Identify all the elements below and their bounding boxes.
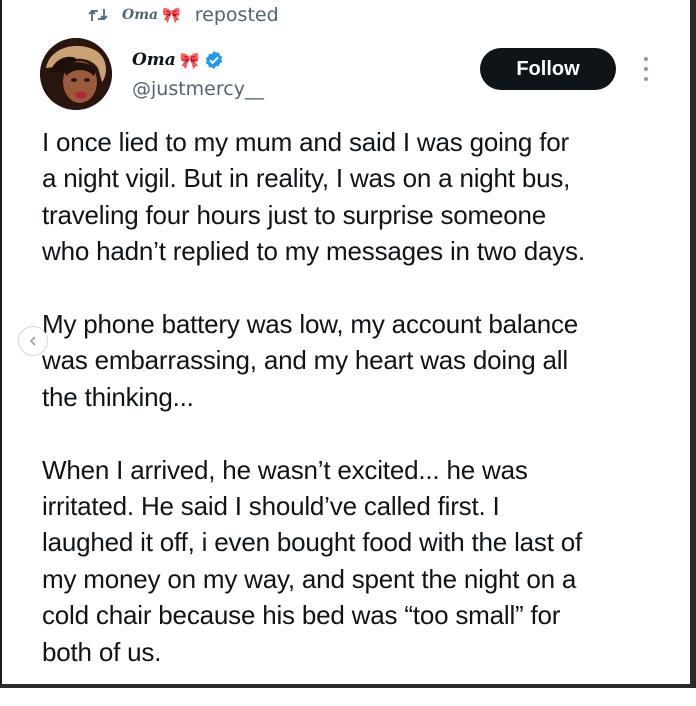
tweet-line: cold chair because his bed was “too smal… xyxy=(42,600,561,631)
tweet-line: both of us. xyxy=(42,636,162,667)
tweet-text: I once lied to my mum and said I was goi… xyxy=(42,124,682,706)
tweet-line: the thinking... xyxy=(42,381,194,412)
frame-border-right xyxy=(690,0,696,688)
tweet-line: When I arrived, he wasn’t excited... he … xyxy=(42,454,528,485)
tweet-line: laughed it off, i even bought food with … xyxy=(42,527,583,558)
frame-border-left xyxy=(0,0,2,688)
tweet-line: who hadn’t replied to my messages in two… xyxy=(42,236,585,267)
tweet-line: a night vigil. But in reality, I was on … xyxy=(42,163,571,194)
author-name-row[interactable]: Oma 🎀 xyxy=(132,50,224,70)
repost-label: reposted xyxy=(194,4,279,26)
ribbon-emoji: 🎀 xyxy=(162,6,181,24)
chevron-left-icon xyxy=(29,336,36,346)
follow-button[interactable]: Follow xyxy=(480,48,616,90)
avatar[interactable] xyxy=(40,38,112,110)
tweet-line: was embarrassing, and my heart was doing… xyxy=(42,345,568,376)
repost-user[interactable]: Oma 🎀 xyxy=(122,6,181,24)
repost-indicator: Oma 🎀 reposted xyxy=(88,2,279,28)
repost-icon xyxy=(88,9,108,21)
tweet-line: I once lied to my mum and said I was goi… xyxy=(42,127,569,157)
tweet-paragraph: When I arrived, he wasn’t excited... he … xyxy=(42,452,682,670)
carousel-prev-button[interactable] xyxy=(18,326,48,356)
author-handle[interactable]: @justmercy__ xyxy=(132,78,264,100)
tweet-line: traveling four hours just to surprise so… xyxy=(42,199,547,230)
repost-user-name: Oma xyxy=(122,7,159,23)
tweet-line: my money on my way, and spent the night … xyxy=(42,563,577,594)
tweet-paragraph: I once lied to my mum and said I was goi… xyxy=(42,124,682,270)
tweet-line: irritated. He said I should’ve called fi… xyxy=(42,491,500,522)
avatar-image xyxy=(40,38,112,110)
ribbon-emoji: 🎀 xyxy=(179,50,200,70)
tweet-paragraph: My phone battery was low, my account bal… xyxy=(42,306,682,415)
more-vertical-icon[interactable] xyxy=(638,55,654,83)
verified-badge-icon xyxy=(205,51,222,69)
tweet-line: My phone battery was low, my account bal… xyxy=(42,309,579,340)
display-name: Oma xyxy=(132,50,176,70)
